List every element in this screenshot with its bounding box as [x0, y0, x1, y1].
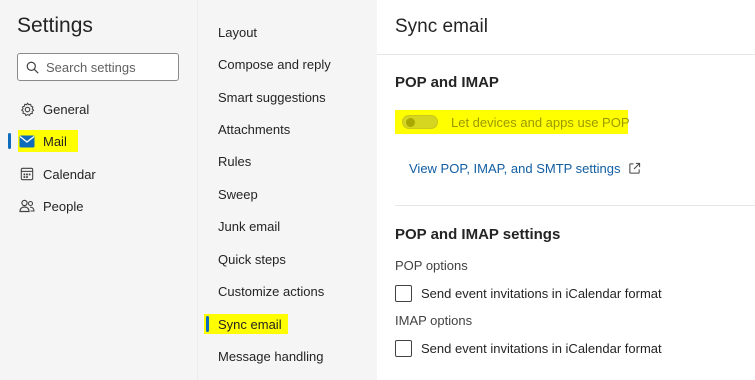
calendar-icon: [19, 166, 35, 182]
checkbox-label: Send event invitations in iCalendar form…: [421, 286, 662, 301]
imap-icalendar-checkbox-row[interactable]: Send event invitations in iCalendar form…: [395, 340, 662, 357]
link-label: View POP, IMAP, and SMTP settings: [409, 161, 621, 176]
subnav-item-sync-email[interactable]: Sync email: [218, 317, 282, 332]
gear-icon: [19, 101, 35, 117]
subnav-item-smart-suggestions[interactable]: Smart suggestions: [218, 90, 326, 105]
search-icon: [26, 61, 39, 74]
selection-indicator: [206, 316, 209, 332]
mail-icon: [19, 133, 35, 149]
divider: [377, 54, 755, 55]
sidebar-item-general[interactable]: General: [8, 96, 188, 122]
selection-indicator: [8, 133, 11, 149]
sidebar-item-people[interactable]: People: [8, 193, 188, 219]
imap-options-label: IMAP options: [395, 313, 473, 328]
settings-title: Settings: [17, 14, 93, 37]
external-link-icon: [628, 162, 641, 175]
subnav-item-rules[interactable]: Rules: [218, 154, 251, 169]
divider: [395, 205, 755, 206]
subnav-item-quick-steps[interactable]: Quick steps: [218, 252, 286, 267]
page-title: Sync email: [395, 16, 488, 37]
subnav-item-junk-email[interactable]: Junk email: [218, 219, 280, 234]
sidebar-item-label: Calendar: [43, 166, 96, 182]
pop-toggle-label: Let devices and apps use POP: [451, 115, 630, 130]
view-pop-imap-smtp-settings-link[interactable]: View POP, IMAP, and SMTP settings: [409, 161, 641, 176]
people-icon: [19, 198, 35, 214]
subnav-item-compose-and-reply[interactable]: Compose and reply: [218, 57, 331, 72]
search-input[interactable]: [46, 59, 176, 75]
pop-icalendar-checkbox[interactable]: [395, 285, 412, 302]
subnav-item-attachments[interactable]: Attachments: [218, 122, 290, 137]
sidebar-item-label: Mail: [43, 133, 67, 149]
imap-icalendar-checkbox[interactable]: [395, 340, 412, 357]
pop-options-label: POP options: [395, 258, 468, 273]
section-heading-pop-imap: POP and IMAP: [395, 74, 499, 91]
subnav-item-sweep[interactable]: Sweep: [218, 187, 258, 202]
sidebar-item-label: People: [43, 198, 84, 214]
pop-toggle[interactable]: [402, 115, 438, 129]
checkbox-label: Send event invitations in iCalendar form…: [421, 341, 662, 356]
section-heading-pop-imap-settings: POP and IMAP settings: [395, 226, 561, 243]
search-box[interactable]: [17, 53, 179, 81]
sidebar-item-calendar[interactable]: Calendar: [8, 161, 188, 187]
subnav-item-customize-actions[interactable]: Customize actions: [218, 284, 324, 299]
subnav-item-layout[interactable]: Layout: [218, 25, 257, 40]
subnav-item-message-handling[interactable]: Message handling: [218, 349, 324, 364]
sidebar-item-mail[interactable]: Mail: [8, 128, 188, 154]
sidebar-item-label: General: [43, 101, 90, 117]
pop-icalendar-checkbox-row[interactable]: Send event invitations in iCalendar form…: [395, 285, 662, 302]
toggle-knob: [406, 118, 415, 127]
